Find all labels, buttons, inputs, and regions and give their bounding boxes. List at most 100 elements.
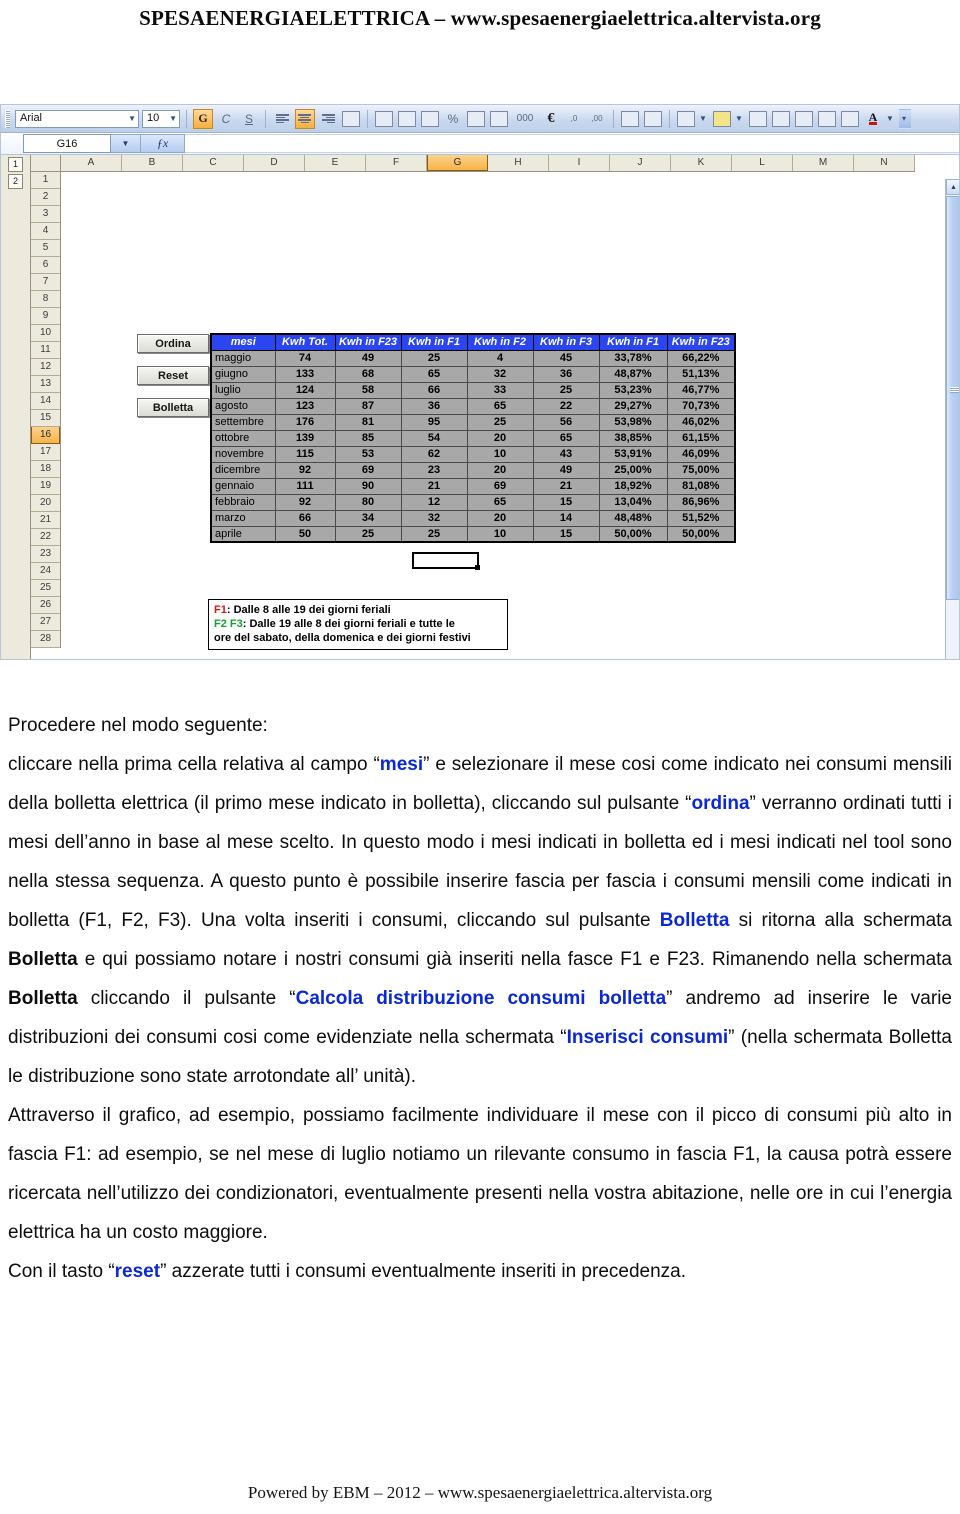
table-cell-month[interactable]: novembre	[210, 445, 276, 463]
table-cell-value[interactable]: 25	[532, 381, 600, 399]
table-cell-month[interactable]: dicembre	[210, 461, 276, 479]
table-cell-value[interactable]: 45	[532, 349, 600, 367]
italic-button[interactable]: C	[216, 109, 236, 129]
table-cell-value[interactable]: 66	[274, 509, 336, 527]
table-cell-value[interactable]: 23	[400, 461, 468, 479]
column-header-i[interactable]: I	[549, 155, 610, 171]
row-header-21[interactable]: 21	[31, 512, 60, 529]
table-cell-value[interactable]: 36	[532, 365, 600, 383]
font-name-combo[interactable]: Arial ▼	[15, 109, 139, 128]
row-header-10[interactable]: 10	[31, 325, 60, 342]
increase-indent-button[interactable]	[397, 109, 417, 129]
fill-color-dropdown[interactable]: ▼	[735, 109, 745, 129]
row-header-8[interactable]: 8	[31, 291, 60, 308]
table-cell-value[interactable]: 29,27%	[598, 397, 668, 415]
row-header-2[interactable]: 2	[31, 189, 60, 206]
formula-input[interactable]	[185, 134, 959, 153]
row-header-19[interactable]: 19	[31, 478, 60, 495]
table-cell-value[interactable]: 65	[532, 429, 600, 447]
table-style-button-3[interactable]	[817, 109, 837, 129]
font-size-combo[interactable]: 10 ▼	[142, 109, 180, 128]
table-cell-value[interactable]: 54	[400, 429, 468, 447]
column-header-a[interactable]: A	[61, 155, 122, 171]
outline-level-1-button[interactable]: 1	[8, 157, 23, 172]
table-cell-month[interactable]: agosto	[210, 397, 276, 415]
row-header-28[interactable]: 28	[31, 631, 60, 648]
underline-button[interactable]: S	[239, 109, 259, 129]
column-header-m[interactable]: M	[793, 155, 854, 171]
table-cell-value[interactable]: 51,13%	[666, 365, 736, 383]
table-cell-value[interactable]: 50,00%	[598, 525, 668, 543]
column-header-h[interactable]: H	[488, 155, 549, 171]
table-cell-value[interactable]: 176	[274, 413, 336, 431]
table-cell-value[interactable]: 124	[274, 381, 336, 399]
table-cell-value[interactable]: 20	[466, 429, 534, 447]
table-cell-value[interactable]: 69	[334, 461, 402, 479]
table-cell-value[interactable]: 53,98%	[598, 413, 668, 431]
table-cell-value[interactable]: 20	[466, 461, 534, 479]
row-header-9[interactable]: 9	[31, 308, 60, 325]
row-header-15[interactable]: 15	[31, 410, 60, 427]
indent-less-button[interactable]	[643, 109, 663, 129]
style-button-b[interactable]	[489, 109, 509, 129]
table-cell-value[interactable]: 56	[532, 413, 600, 431]
table-cell-value[interactable]: 123	[274, 397, 336, 415]
table-cell-value[interactable]: 25	[466, 413, 534, 431]
table-cell-value[interactable]: 65	[466, 493, 534, 511]
table-cell-value[interactable]: 68	[334, 365, 402, 383]
column-header-d[interactable]: D	[244, 155, 305, 171]
row-header-1[interactable]: 1	[31, 172, 60, 189]
table-cell-value[interactable]: 66	[400, 381, 468, 399]
table-cell-value[interactable]: 32	[466, 365, 534, 383]
table-cell-value[interactable]: 10	[466, 445, 534, 463]
table-cell-value[interactable]: 80	[334, 493, 402, 511]
font-color-dropdown[interactable]: ▼	[886, 109, 896, 129]
table-style-button-2[interactable]	[794, 109, 814, 129]
table-cell-value[interactable]: 25	[334, 525, 402, 543]
column-header-n[interactable]: N	[854, 155, 915, 171]
select-all-corner[interactable]	[31, 155, 61, 172]
scrollbar-thumb[interactable]	[946, 196, 959, 600]
indent-more-button[interactable]	[620, 109, 640, 129]
table-cell-value[interactable]: 33	[466, 381, 534, 399]
increase-decimal-button[interactable]: ,0	[564, 109, 584, 129]
row-header-13[interactable]: 13	[31, 376, 60, 393]
table-cell-value[interactable]: 21	[400, 477, 468, 495]
column-header-k[interactable]: K	[671, 155, 732, 171]
table-cell-value[interactable]: 22	[532, 397, 600, 415]
table-cell-value[interactable]: 115	[274, 445, 336, 463]
row-header-17[interactable]: 17	[31, 444, 60, 461]
table-cell-value[interactable]: 48,48%	[598, 509, 668, 527]
merge-center-button[interactable]	[341, 109, 361, 129]
table-cell-value[interactable]: 49	[334, 349, 402, 367]
column-header-g[interactable]: G	[427, 155, 488, 171]
column-header-b[interactable]: B	[122, 155, 183, 171]
toolbar-overflow-button[interactable]: ▾	[899, 108, 911, 129]
bold-button[interactable]: G	[193, 108, 213, 129]
table-cell-value[interactable]: 34	[334, 509, 402, 527]
table-cell-value[interactable]: 65	[400, 365, 468, 383]
table-cell-value[interactable]: 87	[334, 397, 402, 415]
reset-button[interactable]: Reset	[137, 366, 209, 385]
table-cell-value[interactable]: 69	[466, 477, 534, 495]
table-cell-month[interactable]: ottobre	[210, 429, 276, 447]
table-cell-value[interactable]: 66,22%	[666, 349, 736, 367]
row-header-26[interactable]: 26	[31, 597, 60, 614]
table-cell-value[interactable]: 61,15%	[666, 429, 736, 447]
column-header-f[interactable]: F	[366, 155, 427, 171]
table-cell-value[interactable]: 38,85%	[598, 429, 668, 447]
table-cell-value[interactable]: 92	[274, 461, 336, 479]
table-cell-value[interactable]: 32	[400, 509, 468, 527]
row-header-6[interactable]: 6	[31, 257, 60, 274]
row-header-24[interactable]: 24	[31, 563, 60, 580]
thousands-separator-button[interactable]: 000	[512, 109, 538, 129]
table-style-button-4[interactable]	[840, 109, 860, 129]
table-cell-month[interactable]: marzo	[210, 509, 276, 527]
align-right-button[interactable]	[318, 109, 338, 129]
row-header-20[interactable]: 20	[31, 495, 60, 512]
table-cell-value[interactable]: 53,23%	[598, 381, 668, 399]
percent-style-button[interactable]: %	[443, 109, 463, 129]
table-cell-value[interactable]: 81	[334, 413, 402, 431]
table-cell-value[interactable]: 133	[274, 365, 336, 383]
table-cell-value[interactable]: 111	[274, 477, 336, 495]
